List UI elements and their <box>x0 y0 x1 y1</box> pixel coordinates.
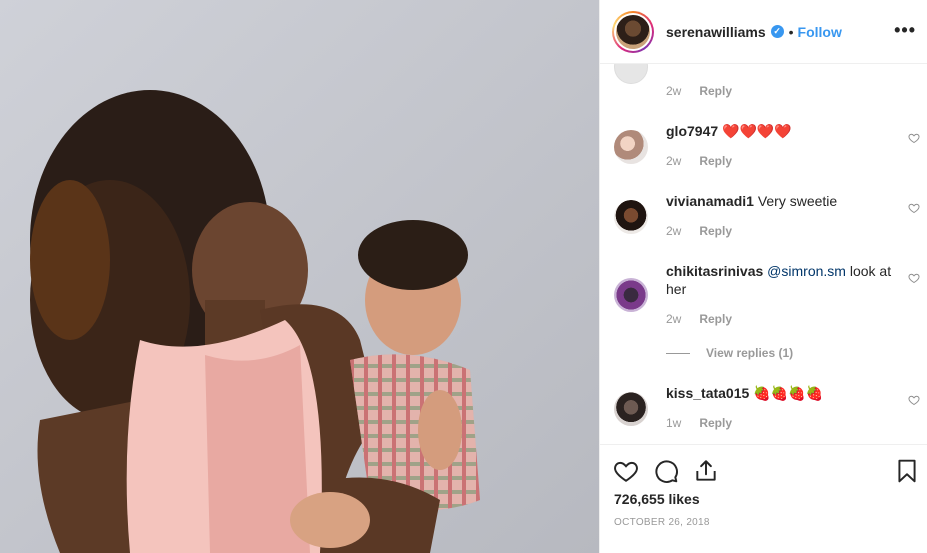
heart-icon[interactable] <box>613 458 639 484</box>
comment-time: 2w <box>666 224 682 238</box>
comment-like-heart-icon[interactable] <box>908 394 920 406</box>
comment-meta: 2w Reply <box>666 84 732 98</box>
author-avatar-image <box>616 14 650 49</box>
post-date: OCTOBER 26, 2018 <box>614 517 710 528</box>
reply-button[interactable]: Reply <box>699 224 732 238</box>
author-avatar[interactable] <box>612 10 654 53</box>
verified-badge-icon: ✓ <box>770 25 784 38</box>
commenter-username[interactable]: chikitasrinivas <box>666 263 763 279</box>
reply-button[interactable]: Reply <box>699 312 732 326</box>
comment-text: glo7947 ❤️❤️❤️❤️ <box>666 122 898 140</box>
comment-meta: 2w Reply <box>666 224 732 238</box>
author-username[interactable]: serenawilliams <box>666 24 766 40</box>
post-side-panel: serenawilliams ✓ • Follow ••• 2w Reply gl… <box>599 0 927 553</box>
likes-count[interactable]: 726,655 likes <box>614 491 700 507</box>
reply-button[interactable]: Reply <box>699 416 732 430</box>
more-options-icon[interactable]: ••• <box>894 20 916 41</box>
post-header: serenawilliams ✓ • Follow ••• <box>600 0 927 64</box>
post-actions: 726,655 likes OCTOBER 26, 2018 <box>600 444 927 553</box>
separator-dot: • <box>788 23 794 40</box>
commenter-avatar[interactable] <box>614 278 648 312</box>
comment-bubble-icon[interactable] <box>653 458 679 484</box>
view-replies-label: View replies (1) <box>706 346 794 360</box>
comment-text: kiss_tata015 🍓🍓🍓🍓 <box>666 384 898 402</box>
comment-body: Very sweetie <box>757 193 838 209</box>
commenter-username[interactable]: glo7947 <box>666 123 718 139</box>
commenter-avatar[interactable] <box>614 130 648 164</box>
comment-mention-link[interactable]: @simron.sm <box>767 263 846 279</box>
share-icon[interactable] <box>693 458 719 484</box>
comment-body: ❤️❤️❤️❤️ <box>722 123 792 139</box>
commenter-username[interactable]: kiss_tata015 <box>666 385 749 401</box>
comment-meta: 2w Reply <box>666 154 732 168</box>
follow-button[interactable]: Follow <box>798 24 842 40</box>
reply-button[interactable]: Reply <box>699 84 732 98</box>
comment-time: 2w <box>666 154 682 168</box>
comment-time: 2w <box>666 312 682 326</box>
comment-time: 1w <box>666 416 682 430</box>
comment-meta: 2w Reply <box>666 312 732 326</box>
comment-time: 2w <box>666 84 682 98</box>
comment-like-heart-icon[interactable] <box>908 272 920 284</box>
comment-like-heart-icon[interactable] <box>908 132 920 144</box>
commenter-avatar[interactable] <box>614 64 648 84</box>
post-photo[interactable] <box>0 0 599 553</box>
commenter-avatar[interactable] <box>614 200 648 234</box>
view-replies-line <box>666 352 690 354</box>
view-replies-button[interactable]: View replies (1) <box>666 346 793 360</box>
reply-button[interactable]: Reply <box>699 154 732 168</box>
commenter-avatar[interactable] <box>614 392 648 426</box>
comment-like-heart-icon[interactable] <box>908 202 920 214</box>
comment-body: 🍓🍓🍓🍓 <box>753 385 823 401</box>
comment-text: vivianamadi1 Very sweetie <box>666 192 898 210</box>
bookmark-icon[interactable] <box>894 458 920 484</box>
comment-text: chikitasrinivas @simron.sm look at her <box>666 262 898 298</box>
post-photo-illustration <box>0 0 599 553</box>
commenter-username[interactable]: vivianamadi1 <box>666 193 754 209</box>
comment-meta: 1w Reply <box>666 416 732 430</box>
comments-list[interactable]: 2w Reply glo7947 ❤️❤️❤️❤️ 2w Reply viviana… <box>600 64 927 444</box>
